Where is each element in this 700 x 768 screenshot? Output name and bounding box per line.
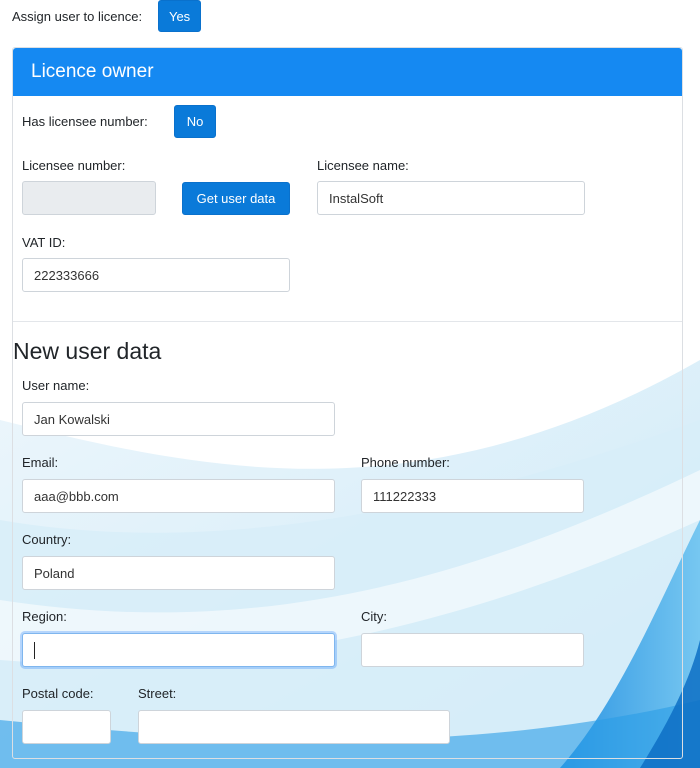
licence-owner-header: Licence owner	[13, 48, 682, 96]
username-input[interactable]: Jan Kowalski	[22, 402, 335, 436]
assign-label: Assign user to licence:	[12, 8, 143, 24]
licensee-number-input[interactable]	[22, 181, 156, 215]
vat-id-input[interactable]: 222333666	[22, 258, 290, 292]
licence-form-card: Licence owner Has licensee number: No Li…	[12, 47, 683, 759]
country-input[interactable]: Poland	[22, 556, 335, 590]
text-cursor	[34, 641, 35, 659]
region-input[interactable]	[22, 633, 335, 667]
phone-label: Phone number:	[361, 455, 450, 470]
street-label: Street:	[138, 686, 177, 701]
postal-code-input[interactable]	[22, 710, 111, 744]
email-input[interactable]: aaa@bbb.com	[22, 479, 335, 513]
phone-input[interactable]: 111222333	[361, 479, 584, 513]
new-user-data-title: New user data	[13, 338, 162, 364]
licensee-name-input[interactable]: InstalSoft	[317, 181, 585, 215]
licensee-number-label: Licensee number:	[22, 158, 126, 173]
licence-owner-body: Has licensee number: No Licensee number:…	[13, 96, 682, 322]
licence-owner-title: Licence owner	[31, 61, 154, 82]
licensee-name-label: Licensee name:	[317, 158, 409, 173]
assign-row: Assign user to licence: Yes	[12, 0, 202, 32]
region-label: Region:	[22, 609, 67, 624]
country-label: Country:	[22, 532, 72, 547]
username-label: User name:	[22, 378, 90, 393]
has-number-no-button[interactable]: No	[174, 105, 216, 138]
email-label: Email:	[22, 455, 59, 470]
vat-id-label: VAT ID:	[22, 235, 66, 250]
has-number-label: Has licensee number:	[22, 114, 148, 129]
city-label: City:	[361, 609, 387, 624]
get-user-data-button[interactable]: Get user data	[182, 182, 290, 215]
city-input[interactable]	[361, 633, 584, 667]
street-input[interactable]	[138, 710, 450, 744]
postal-code-label: Postal code:	[22, 686, 94, 701]
assign-yes-button[interactable]: Yes	[158, 0, 202, 32]
